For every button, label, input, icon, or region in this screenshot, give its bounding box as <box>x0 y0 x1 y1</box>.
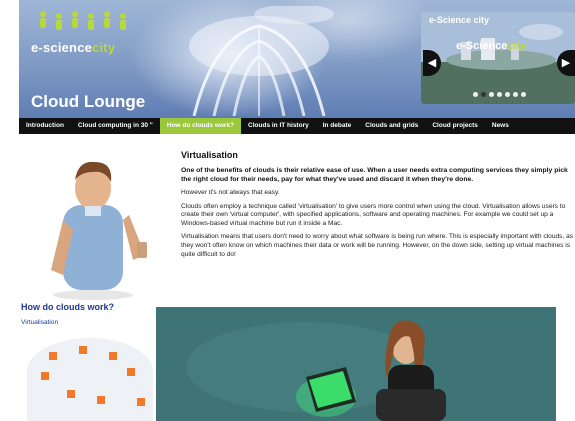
map-marker <box>41 372 49 380</box>
nav-item-introduction[interactable]: Introduction <box>19 118 71 134</box>
carousel-dots <box>473 92 526 97</box>
paragraph-3: Virtualisation means that users don't ne… <box>181 233 574 258</box>
sidebar-link-virtualisation[interactable]: Virtualisation <box>21 319 58 326</box>
paragraph-2: Clouds often employ a technique called '… <box>181 202 566 227</box>
carousel-dot[interactable] <box>505 92 510 97</box>
carousel-image[interactable] <box>421 12 575 104</box>
carousel-image-text: e-Sciencecity <box>456 40 526 52</box>
nav-item-cloud-projects[interactable]: Cloud projects <box>425 118 485 134</box>
map-marker <box>127 368 135 376</box>
main-nav: Introduction Cloud computing in 30 " How d… <box>19 118 575 134</box>
woman-at-laptop-illustration <box>156 307 556 421</box>
nav-item-clouds-in-it-history[interactable]: Clouds in IT history <box>241 118 316 134</box>
chevron-right-icon: ▶ <box>561 57 571 69</box>
nav-item-cloud-computing-in-30[interactable]: Cloud computing in 30 " <box>71 118 160 134</box>
carousel-dot[interactable] <box>513 92 518 97</box>
page-title: Virtualisation <box>181 150 238 160</box>
carousel: e-Science city e-Sciencecity ◀ ▶ <box>421 12 575 104</box>
map-marker <box>109 352 117 360</box>
lead-paragraph: One of the benefits of clouds is their r… <box>181 167 568 183</box>
carousel-image-text-main: e-Science <box>456 40 508 52</box>
section-title: Cloud Lounge <box>31 92 146 111</box>
carousel-dot[interactable] <box>489 92 494 97</box>
map-marker <box>49 352 57 360</box>
paragraph-1: However it's not always that easy. <box>181 189 280 196</box>
carousel-image-text-city: city <box>507 40 527 52</box>
map-marker <box>67 390 75 398</box>
logo-text-main: e-science <box>31 40 93 55</box>
carousel-dot[interactable] <box>497 92 502 97</box>
sidebar-title: How do clouds work? <box>21 302 115 312</box>
carousel-title: e-Science city <box>429 15 490 25</box>
nav-item-how-do-clouds-work[interactable]: How do clouds work? <box>159 118 242 134</box>
nav-item-clouds-and-grids[interactable]: Clouds and grids <box>358 118 425 134</box>
nav-item-news[interactable]: News <box>485 118 516 134</box>
map-marker <box>79 346 87 354</box>
avatar-illustration <box>51 161 147 300</box>
site-header: e-sciencecity Cloud Lounge e-Science cit… <box>19 0 575 118</box>
map-marker <box>137 398 145 406</box>
map-marker <box>97 396 105 404</box>
carousel-dot[interactable] <box>481 92 486 97</box>
cloud-building-image <box>189 6 334 116</box>
page: e-sciencecity Cloud Lounge e-Science cit… <box>19 0 575 421</box>
site-logo[interactable]: e-sciencecity <box>31 40 115 55</box>
main-illustration <box>156 307 556 421</box>
map-illustration <box>27 338 153 421</box>
carousel-dot[interactable] <box>521 92 526 97</box>
main-content: Virtualisation One of the benefits of cl… <box>181 150 575 264</box>
nav-item-in-debate[interactable]: In debate <box>316 118 359 134</box>
logo-icon <box>40 11 126 30</box>
logo-text-city: city <box>92 40 116 55</box>
carousel-dot[interactable] <box>473 92 478 97</box>
chevron-left-icon: ◀ <box>427 57 437 69</box>
